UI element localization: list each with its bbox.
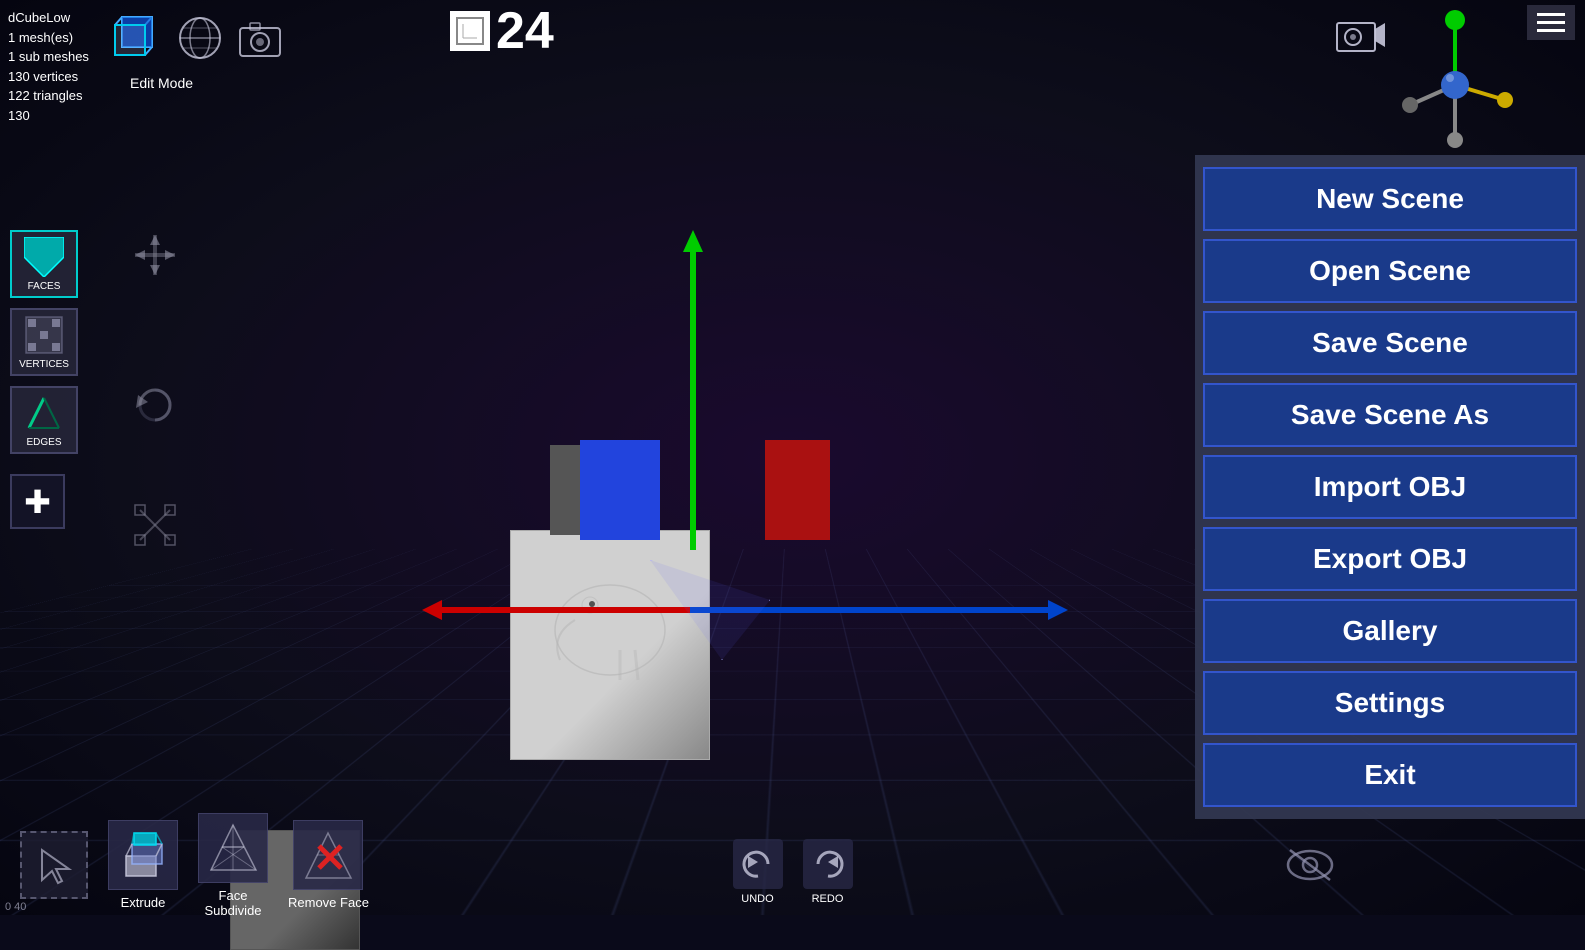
vertices-count: 130 vertices: [8, 67, 89, 87]
status-text: 0 40: [5, 901, 26, 913]
triangles-count: 122 triangles: [8, 86, 89, 106]
screenshot-button[interactable]: [235, 13, 285, 63]
open-scene-button[interactable]: Open Scene: [1203, 239, 1577, 303]
toolbar-icons: [100, 5, 285, 70]
redo-label: REDO: [812, 893, 844, 905]
undo-redo-controls: UNDO REDO: [733, 839, 853, 905]
face-subdivide-icon-box: [198, 813, 268, 883]
import-obj-button[interactable]: Import OBJ: [1203, 455, 1577, 519]
camera-button[interactable]: [1335, 15, 1385, 64]
save-scene-button[interactable]: Save Scene: [1203, 311, 1577, 375]
fps-value: 24: [496, 5, 554, 57]
edit-mode-label: Edit Mode: [130, 75, 193, 91]
hamburger-line-3: [1537, 29, 1565, 32]
remove-face-label: Remove Face: [288, 895, 369, 910]
faces-tool-button[interactable]: FACES: [10, 230, 78, 298]
undo-button[interactable]: UNDO: [733, 839, 783, 905]
gallery-button[interactable]: Gallery: [1203, 599, 1577, 663]
fps-square: [450, 11, 490, 51]
exit-button[interactable]: Exit: [1203, 743, 1577, 807]
undo-label: UNDO: [741, 893, 773, 905]
vertices-label: VERTICES: [19, 359, 69, 370]
extrude-button[interactable]: Extrude: [108, 820, 178, 910]
extra-stat: 130: [8, 106, 89, 126]
globe-button[interactable]: [175, 13, 225, 63]
export-obj-button[interactable]: Export OBJ: [1203, 527, 1577, 591]
object-name: dCubeLow: [8, 8, 89, 28]
add-icon: ✚: [24, 483, 51, 521]
faces-label: FACES: [28, 281, 61, 292]
edges-tool-button[interactable]: EDGES: [10, 386, 78, 454]
remove-face-icon: [301, 828, 356, 883]
visibility-toggle-button[interactable]: [1285, 845, 1335, 895]
subdivide-icon: [206, 820, 261, 875]
status-bar: 0 40: [0, 899, 31, 915]
hamburger-line-2: [1537, 21, 1565, 24]
edges-label: EDGES: [26, 437, 61, 448]
undo-icon: [733, 839, 783, 889]
left-tools-panel: FACES VERTICES EDGES ✚: [10, 230, 78, 529]
redo-icon: [803, 839, 853, 889]
hamburger-menu-button[interactable]: [1527, 5, 1575, 40]
fps-counter: 24: [450, 5, 554, 57]
new-scene-button[interactable]: New Scene: [1203, 167, 1577, 231]
scene-menu-panel: New Scene Open Scene Save Scene Save Sce…: [1195, 155, 1585, 819]
extrude-icon-box: [108, 820, 178, 890]
stats-panel: dCubeLow 1 mesh(es) 1 sub meshes 130 ver…: [8, 8, 89, 125]
remove-face-icon-box: [293, 820, 363, 890]
sub-meshes: 1 sub meshes: [8, 47, 89, 67]
edit-mode-button[interactable]: [100, 5, 165, 70]
vertices-tool-button[interactable]: VERTICES: [10, 308, 78, 376]
hamburger-line-1: [1537, 13, 1565, 16]
settings-button[interactable]: Settings: [1203, 671, 1577, 735]
redo-button[interactable]: REDO: [803, 839, 853, 905]
face-subdivide-label: FaceSubdivide: [204, 888, 261, 918]
remove-face-button[interactable]: Remove Face: [288, 820, 369, 910]
face-subdivide-button[interactable]: FaceSubdivide: [198, 813, 268, 918]
extrude-label: Extrude: [121, 895, 166, 910]
save-scene-as-button[interactable]: Save Scene As: [1203, 383, 1577, 447]
select-tool-button[interactable]: [20, 831, 88, 899]
extrude-icon: [116, 828, 171, 883]
mesh-count: 1 mesh(es): [8, 28, 89, 48]
add-object-button[interactable]: ✚: [10, 474, 65, 529]
